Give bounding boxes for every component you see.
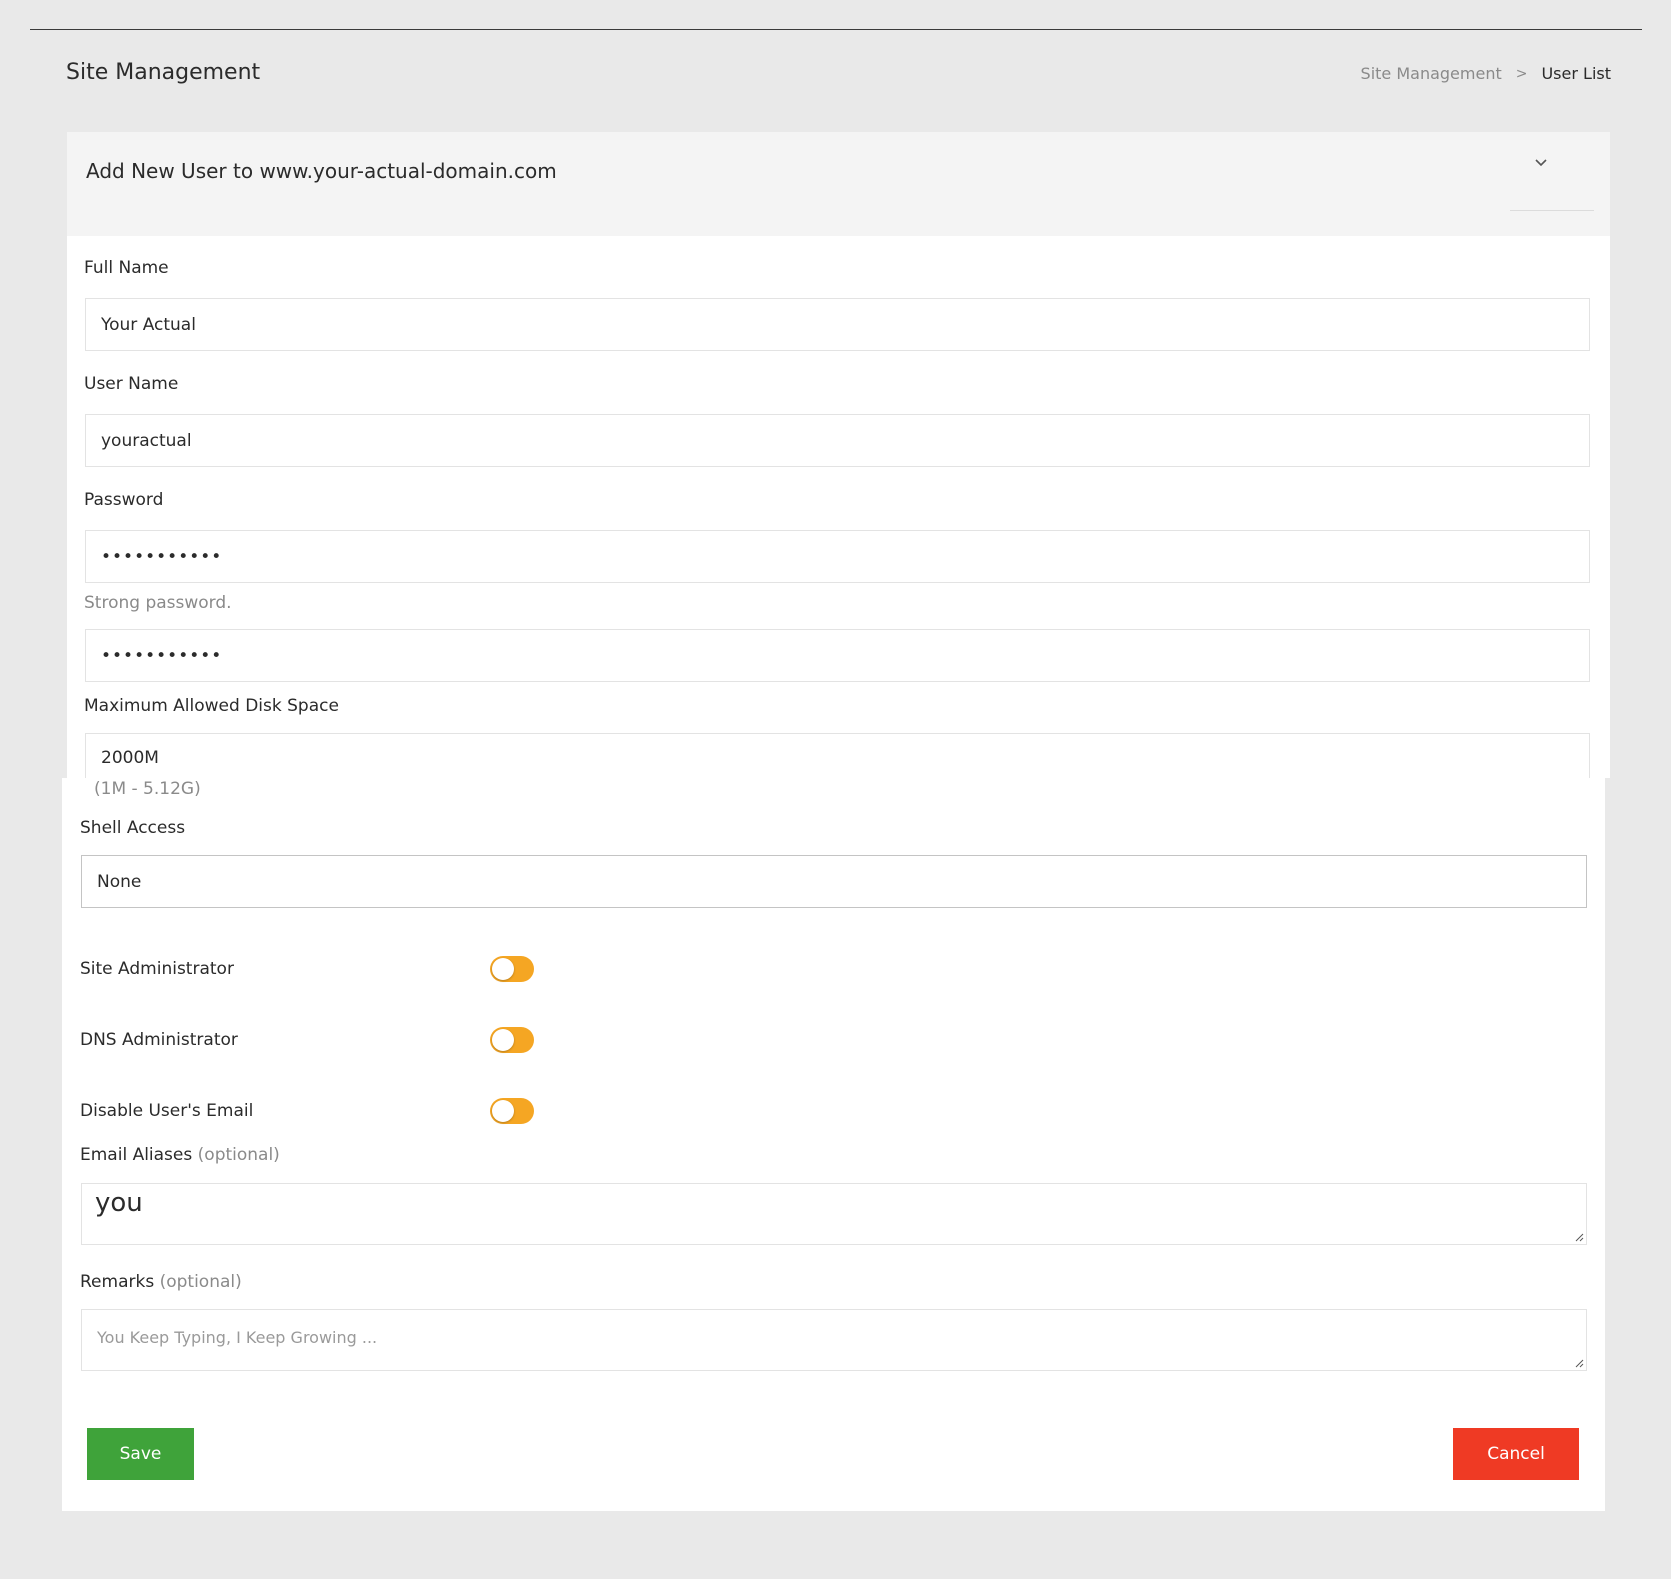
cancel-button[interactable]: Cancel	[1453, 1428, 1579, 1480]
remarks-label: Remarks (optional)	[80, 1272, 242, 1292]
breadcrumb-site-management-link[interactable]: Site Management	[1361, 64, 1502, 83]
site-administrator-label: Site Administrator	[80, 959, 234, 979]
card-title: Add New User to www.your-actual-domain.c…	[86, 159, 557, 183]
password-label: Password	[84, 490, 164, 510]
password-input[interactable]	[85, 530, 1590, 583]
breadcrumb: Site Management > User List	[1361, 64, 1611, 83]
dns-administrator-label: DNS Administrator	[80, 1030, 238, 1050]
add-user-card-lower: (1M - 5.12G) Shell Access None Site Admi…	[62, 778, 1605, 1511]
shell-access-select[interactable]: None	[81, 855, 1587, 908]
email-aliases-label: Email Aliases (optional)	[80, 1145, 280, 1165]
collapse-toggle-button[interactable]	[1510, 152, 1594, 211]
email-aliases-textarea[interactable]: you	[81, 1183, 1587, 1245]
page-title: Site Management	[66, 60, 261, 85]
shell-access-selected-value: None	[97, 871, 142, 892]
remarks-label-text: Remarks	[80, 1272, 155, 1292]
disk-space-input[interactable]	[85, 733, 1590, 778]
shell-access-label: Shell Access	[80, 818, 186, 838]
disable-users-email-label: Disable User's Email	[80, 1101, 254, 1121]
email-aliases-optional-text: (optional)	[197, 1145, 280, 1165]
resize-handle-icon[interactable]	[1574, 1358, 1584, 1368]
email-aliases-value: you	[95, 1188, 143, 1218]
dns-administrator-toggle[interactable]	[490, 1027, 534, 1053]
toggle-knob	[492, 1100, 514, 1122]
site-administrator-toggle[interactable]	[490, 956, 534, 982]
user-name-input[interactable]	[85, 414, 1590, 467]
disable-users-email-toggle[interactable]	[490, 1098, 534, 1124]
disk-space-range-hint: (1M - 5.12G)	[94, 779, 201, 799]
remarks-optional-text: (optional)	[159, 1272, 242, 1292]
chevron-down-icon	[1535, 159, 1547, 167]
add-user-card: Add New User to www.your-actual-domain.c…	[67, 132, 1610, 778]
toggle-knob	[492, 1029, 514, 1051]
resize-handle-icon[interactable]	[1574, 1232, 1584, 1242]
save-button[interactable]: Save	[87, 1428, 194, 1480]
chevron-right-icon: >	[1515, 65, 1528, 82]
full-name-input[interactable]	[85, 298, 1590, 351]
confirm-password-input[interactable]	[85, 629, 1590, 682]
top-divider	[30, 29, 1642, 30]
remarks-placeholder: You Keep Typing, I Keep Growing ...	[97, 1328, 378, 1347]
disk-space-label: Maximum Allowed Disk Space	[84, 696, 339, 716]
toggle-knob	[492, 958, 514, 980]
password-strength-text: Strong password.	[84, 593, 232, 613]
card-header: Add New User to www.your-actual-domain.c…	[67, 132, 1610, 236]
user-name-label: User Name	[84, 374, 179, 394]
breadcrumb-current: User List	[1541, 64, 1611, 83]
full-name-label: Full Name	[84, 258, 169, 278]
email-aliases-label-text: Email Aliases	[80, 1145, 193, 1165]
remarks-textarea[interactable]: You Keep Typing, I Keep Growing ...	[81, 1309, 1587, 1371]
